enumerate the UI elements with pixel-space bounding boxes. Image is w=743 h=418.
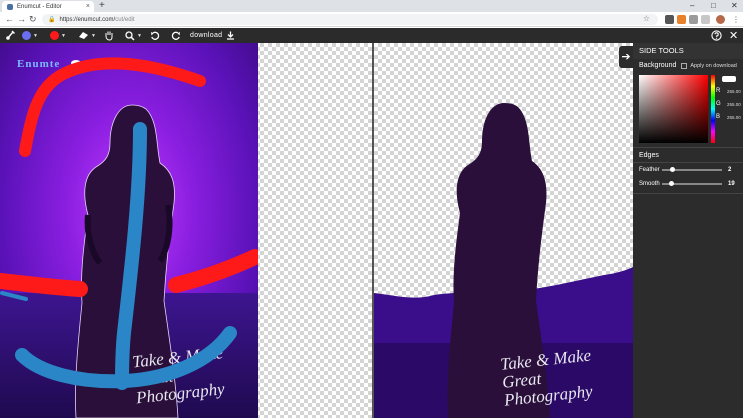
tab-close-icon[interactable]: × (86, 3, 90, 10)
red-label: R (716, 88, 721, 94)
browser-tab[interactable]: Enumcut - Editor × (2, 1, 94, 12)
eraser-tool-button[interactable]: ▼ (78, 28, 96, 43)
red-color-dot-icon (50, 31, 59, 40)
download-button[interactable]: download (190, 28, 235, 43)
close-editor-icon[interactable]: ✕ (729, 28, 738, 43)
divider (633, 193, 743, 194)
browser-menu-icon[interactable]: ⋮ (732, 13, 740, 26)
remove-stroke (168, 249, 258, 293)
editor-workspace: Enumte Take & Make Great Photography Tak… (0, 43, 633, 418)
green-label: G (716, 101, 721, 107)
keep-color-picker[interactable]: ▼ (22, 28, 38, 43)
selected-color-swatch[interactable] (722, 76, 736, 82)
lock-icon: 🔒 (48, 17, 56, 23)
red-value-input[interactable]: 255.00 (727, 89, 741, 94)
undo-icon[interactable] (150, 28, 160, 43)
collapse-panel-arrow-icon[interactable]: ➔ (619, 46, 633, 68)
brush-strokes-layer (0, 57, 258, 390)
favicon-icon (7, 3, 13, 10)
hue-slider[interactable] (711, 75, 715, 143)
blue-label: B (716, 114, 721, 120)
divider (633, 147, 743, 148)
tab-title: Enumcut - Editor (17, 3, 62, 10)
browser-address-bar: ← → ↻ 🔒 https://enumcut.com/cut/edit ☆ ⋮ (0, 12, 743, 27)
brush-tool-icon[interactable] (5, 28, 16, 43)
smooth-value: 19 (728, 181, 735, 187)
result-image-pane[interactable]: Take & Make Great Photography (374, 43, 633, 418)
keep-stroke (0, 291, 28, 301)
remove-stroke (19, 57, 206, 157)
bookmark-star-icon[interactable]: ☆ (643, 14, 650, 23)
reload-icon[interactable]: ↻ (29, 13, 37, 26)
new-tab-button[interactable]: + (99, 0, 105, 12)
blue-color-dot-icon (22, 31, 31, 40)
url-input[interactable]: 🔒 https://enumcut.com/cut/edit ☆ (42, 14, 658, 25)
remove-stroke (0, 273, 88, 297)
divider (633, 162, 743, 163)
extension-icon[interactable] (701, 15, 710, 24)
back-icon[interactable]: ← (5, 13, 14, 26)
chevron-down-icon: ▼ (91, 32, 96, 39)
browser-tab-bar: Enumcut - Editor × + – □ ✕ (0, 0, 743, 12)
edges-label: Edges (639, 152, 659, 159)
download-icon (227, 31, 235, 40)
remove-color-picker[interactable]: ▼ (50, 28, 66, 43)
zoom-icon (125, 30, 135, 41)
profile-avatar[interactable] (716, 15, 725, 24)
window-close-button[interactable]: ✕ (731, 0, 738, 11)
url-host: https://enumcut.com/ (59, 16, 116, 23)
extension-icon[interactable] (677, 15, 686, 24)
original-photo: Enumte Take & Make Great Photography (0, 43, 258, 418)
extension-icon[interactable] (665, 15, 674, 24)
feather-slider-handle[interactable] (670, 167, 675, 172)
chevron-down-icon: ▼ (137, 32, 142, 39)
download-label: download (190, 32, 223, 39)
side-tools-panel: ➔ SIDE TOOLS Background Apply on downloa… (619, 43, 743, 418)
zoom-button[interactable]: ▼ (125, 28, 142, 43)
chevron-down-icon: ▼ (61, 32, 66, 39)
color-saturation-picker[interactable] (639, 75, 708, 143)
feather-value: 2 (728, 167, 732, 173)
smooth-slider-row: Smooth 19 (639, 179, 743, 189)
original-image-pane[interactable]: Enumte Take & Make Great Photography (0, 43, 373, 418)
feather-slider[interactable] (662, 167, 722, 172)
red-channel: R 255.00 (716, 88, 741, 94)
editor-toolbar: ▼ ▼ ▼ ▼ download ✕ (0, 28, 743, 43)
blue-value-input[interactable]: 255.00 (727, 115, 741, 120)
smooth-label: Smooth (639, 181, 660, 187)
forward-icon[interactable]: → (17, 13, 26, 26)
background-row: Background Apply on download (639, 62, 743, 69)
chevron-down-icon: ▼ (33, 32, 38, 39)
eraser-icon (79, 32, 88, 39)
url-path: cut/edit (115, 16, 135, 23)
redo-icon[interactable] (171, 28, 181, 43)
smooth-slider[interactable] (662, 181, 722, 186)
side-tools-title: SIDE TOOLS (633, 43, 743, 59)
window-maximize-button[interactable]: □ (711, 0, 716, 11)
apply-on-download-label: Apply on download (690, 62, 737, 69)
feather-slider-row: Feather 2 (639, 165, 743, 175)
keep-stroke (115, 122, 147, 390)
apply-on-download-checkbox[interactable] (681, 62, 688, 69)
blue-channel: B 255.00 (716, 114, 741, 120)
hand-pan-icon[interactable] (104, 28, 114, 43)
background-label: Background (639, 62, 677, 69)
window-minimize-button[interactable]: – (690, 0, 694, 11)
green-channel: G 255.00 (716, 101, 741, 107)
smooth-slider-handle[interactable] (669, 181, 674, 186)
green-value-input[interactable]: 255.00 (727, 102, 741, 107)
help-icon[interactable] (711, 28, 722, 43)
feather-label: Feather (639, 167, 660, 173)
extension-icon[interactable] (689, 15, 698, 24)
